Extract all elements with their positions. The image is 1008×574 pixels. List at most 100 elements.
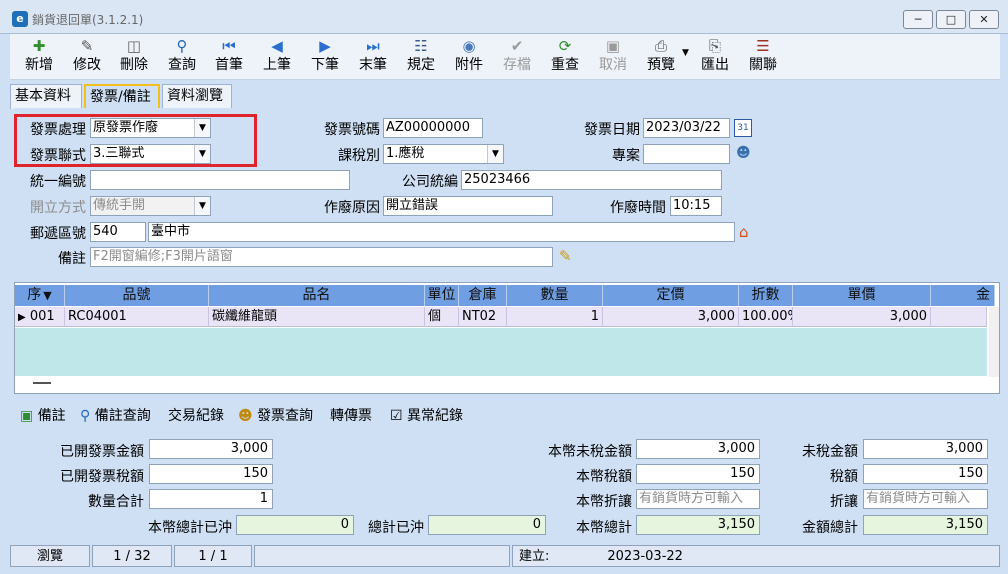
- user-lookup-icon[interactable]: ☻: [736, 145, 754, 163]
- issue-method-select[interactable]: 傳統手開 ▼: [90, 196, 211, 216]
- tax-type-label: 課稅別: [338, 148, 380, 164]
- col-unit-price[interactable]: 單價: [793, 285, 931, 306]
- col-seq[interactable]: 序 ▼: [15, 285, 65, 306]
- cancel-button[interactable]: ▣ 取消: [590, 34, 636, 80]
- cell-list-price: 3,000: [603, 307, 739, 327]
- col-item-no[interactable]: 品號: [65, 285, 209, 306]
- skip-last-icon: ⏭: [366, 37, 380, 55]
- invoice-no-label: 發票號碼: [324, 122, 380, 138]
- invoice-query-link[interactable]: ☻ 發票查詢: [238, 405, 313, 425]
- preview-button[interactable]: ⎙ 預覽: [638, 34, 684, 80]
- void-time-label: 作廢時間: [610, 200, 666, 216]
- chevron-down-icon[interactable]: ▼: [487, 145, 503, 163]
- note-link[interactable]: ▣ 備註: [20, 405, 66, 425]
- delete-button[interactable]: ◫ 刪除: [111, 34, 157, 80]
- postal-code-label: 郵遞區號: [30, 226, 86, 242]
- minimize-button[interactable]: ─: [903, 10, 933, 29]
- qty-total-field[interactable]: 1: [149, 489, 273, 509]
- attachment-icon: ◉: [462, 37, 476, 55]
- user-search-icon: ☻: [238, 408, 253, 424]
- note-field[interactable]: F2開窗編修;F3開片語窗: [90, 247, 553, 267]
- window-title: 銷貨退回單(3.1.2.1): [32, 13, 144, 27]
- toolbar: ✚ 新增 ✎ 修改 ◫ 刪除 ⚲ 查詢 ⏮ 首筆 ◀ 上筆 ▶ 下筆 ⏭ 末筆 ☷ 規定 ◉ 附件 …: [10, 34, 1000, 80]
- project-label: 專案: [612, 148, 640, 164]
- grid-scrollbar[interactable]: [989, 307, 999, 377]
- local-total-field[interactable]: 3,150: [636, 515, 760, 535]
- table-row[interactable]: ▶ 001 RC04001 碳纖維龍頭 個 NT02 1 3,000 100.0…: [15, 307, 987, 327]
- edit-note-icon[interactable]: ✎: [559, 247, 572, 265]
- related-button[interactable]: ☰ 關聯: [740, 34, 786, 80]
- col-unit[interactable]: 單位: [425, 285, 459, 306]
- col-list-price[interactable]: 定價: [603, 285, 739, 306]
- status-created: 建立: 2023-03-22: [512, 545, 1000, 567]
- cell-warehouse: NT02: [459, 307, 507, 327]
- address-field[interactable]: 臺中市: [148, 222, 735, 242]
- new-button[interactable]: ✚ 新增: [16, 34, 62, 80]
- grid-header: 序 ▼ 品號 品名 單位 倉庫 數量 定價 折數 單價 金: [15, 285, 995, 306]
- void-time-field[interactable]: 10:15: [670, 196, 722, 216]
- home-icon[interactable]: ⌂: [739, 223, 749, 241]
- project-field[interactable]: [643, 144, 730, 164]
- issue-method-label: 開立方式: [30, 200, 86, 216]
- chevron-down-icon[interactable]: ▼: [194, 197, 210, 215]
- issued-amount-label: 已開發票金額: [60, 444, 144, 460]
- invoice-date-field[interactable]: 2023/03/22: [643, 118, 730, 138]
- prev-record-button[interactable]: ◀ 上筆: [254, 34, 300, 80]
- tax-field[interactable]: 150: [863, 464, 988, 484]
- company-no-field[interactable]: 25023466: [461, 170, 722, 190]
- edit-icon: ✎: [80, 37, 94, 55]
- void-reason-field[interactable]: 開立錯誤: [383, 196, 553, 216]
- preview-dropdown-icon[interactable]: ▼: [682, 48, 689, 58]
- attach-button[interactable]: ◉ 附件: [446, 34, 492, 80]
- status-page-position: 1 / 1: [174, 545, 252, 567]
- save-button[interactable]: ✔ 存檔: [494, 34, 540, 80]
- local-discount-label: 本幣折讓: [576, 494, 632, 510]
- col-amount[interactable]: 金: [931, 285, 995, 306]
- edit-button[interactable]: ✎ 修改: [64, 34, 110, 80]
- col-warehouse[interactable]: 倉庫: [459, 285, 507, 306]
- col-item-name[interactable]: 品名: [209, 285, 425, 306]
- transfer-voucher-link[interactable]: 轉傳票: [330, 405, 372, 425]
- anomaly-log-link[interactable]: ☑ 異常紀錄: [390, 405, 463, 425]
- first-record-button[interactable]: ⏮ 首筆: [206, 34, 252, 80]
- maximize-button[interactable]: □: [936, 10, 966, 29]
- grand-total-field[interactable]: 3,150: [863, 515, 988, 535]
- untaxed-field[interactable]: 3,000: [863, 439, 988, 459]
- invoice-no-field[interactable]: AZ00000000: [383, 118, 483, 138]
- tab-bar: 基本資料 發票/備註 資料瀏覽: [10, 82, 1000, 109]
- new-doc-icon: ✚: [32, 37, 46, 55]
- tab-basic-info[interactable]: 基本資料: [10, 84, 82, 109]
- refresh-icon: ⟳: [558, 37, 572, 55]
- close-button[interactable]: ✕: [969, 10, 999, 29]
- tab-data-browse[interactable]: 資料瀏覽: [162, 84, 232, 109]
- tax-type-select[interactable]: 1.應稅 ▼: [383, 144, 504, 164]
- postal-code-field[interactable]: 540: [90, 222, 146, 242]
- tab-invoice-notes[interactable]: 發票/備註: [84, 84, 160, 109]
- local-untaxed-field[interactable]: 3,000: [636, 439, 760, 459]
- discount-field[interactable]: 有銷貨時方可輸入: [863, 489, 988, 509]
- status-mode: 瀏覽: [10, 545, 90, 567]
- recheck-button[interactable]: ⟳ 重查: [542, 34, 588, 80]
- note-query-link[interactable]: ⚲ 備註查詢: [80, 405, 151, 425]
- query-button[interactable]: ⚲ 查詢: [159, 34, 205, 80]
- transaction-log-link[interactable]: 交易紀錄: [168, 405, 224, 425]
- issued-amount-field[interactable]: 3,000: [149, 439, 273, 459]
- grid-splitter[interactable]: [33, 382, 51, 384]
- issued-tax-field[interactable]: 150: [149, 464, 273, 484]
- local-tax-field[interactable]: 150: [636, 464, 760, 484]
- sort-down-icon[interactable]: ▼: [43, 289, 51, 302]
- col-discount[interactable]: 折數: [739, 285, 793, 306]
- cell-amount: [931, 307, 987, 327]
- status-empty: [254, 545, 510, 567]
- next-record-button[interactable]: ▶ 下筆: [302, 34, 348, 80]
- export-button[interactable]: ⎘ 匯出: [692, 34, 738, 80]
- spec-button[interactable]: ☷ 規定: [398, 34, 444, 80]
- last-record-button[interactable]: ⏭ 末筆: [350, 34, 396, 80]
- local-total-offset-field[interactable]: 0: [236, 515, 354, 535]
- title-bar: e 銷貨退回單(3.1.2.1) ─ □ ✕: [0, 0, 1008, 34]
- calendar-icon[interactable]: 31: [734, 119, 752, 137]
- local-discount-field[interactable]: 有銷貨時方可輸入: [636, 489, 760, 509]
- uniform-no-field[interactable]: [90, 170, 350, 190]
- col-qty[interactable]: 數量: [507, 285, 603, 306]
- local-total-label: 本幣總計: [576, 520, 632, 536]
